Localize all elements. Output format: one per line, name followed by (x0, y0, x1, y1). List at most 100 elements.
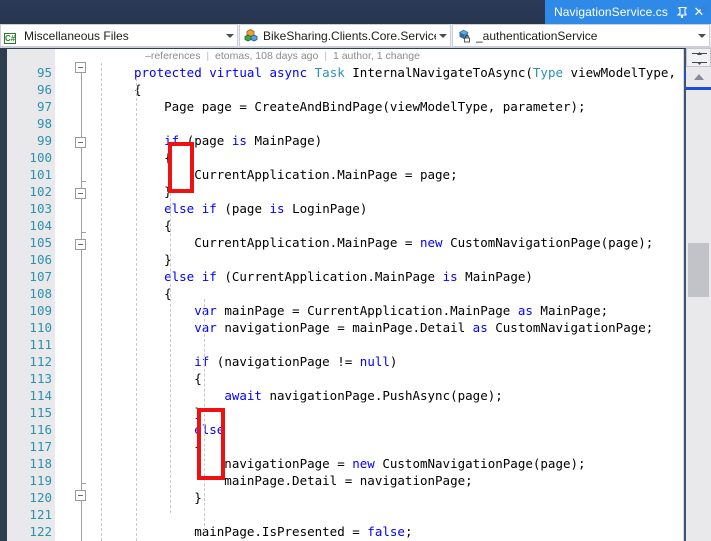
code-line[interactable]: 113 { (7, 370, 683, 387)
code-line[interactable]: 98 (7, 115, 683, 132)
code-line[interactable]: 103 else if (page is LoginPage) (7, 200, 683, 217)
code-text[interactable]: else (134, 421, 224, 438)
code-text[interactable]: var navigationPage = mainPage.Detail as … (134, 319, 653, 336)
code-text[interactable]: } (134, 183, 172, 200)
code-line[interactable]: 106 } (7, 251, 683, 268)
editor-left-margin (0, 49, 7, 541)
outlining-end-tick (81, 181, 86, 182)
code-line[interactable]: 115 } (7, 404, 683, 421)
code-line[interactable]: 110 var navigationPage = mainPage.Detail… (7, 319, 683, 336)
code-text[interactable]: } (134, 404, 202, 421)
codelens-references[interactable]: –references (145, 50, 200, 62)
line-number: 113 (29, 371, 52, 386)
code-surface[interactable]: –references | etomas, 108 days ago | 1 a… (7, 49, 706, 541)
code-line[interactable]: 112 if (navigationPage != null) (7, 353, 683, 370)
code-line[interactable]: 107 else if (CurrentApplication.MainPage… (7, 268, 683, 285)
indent-guide (136, 78, 137, 541)
code-line[interactable]: 104 { (7, 217, 683, 234)
outlining-margin[interactable] (74, 49, 90, 541)
chevron-down-icon[interactable] (223, 33, 237, 38)
pin-icon[interactable] (676, 6, 689, 19)
collapse-toggle[interactable] (75, 239, 86, 250)
line-number: 96 (36, 82, 52, 97)
code-text[interactable]: protected virtual async Task InternalNav… (134, 64, 706, 81)
code-text[interactable]: CurrentApplication.MainPage = new Custom… (134, 234, 653, 251)
chevron-down-icon[interactable] (436, 33, 450, 38)
code-text[interactable]: } (134, 251, 172, 268)
project-combo[interactable]: C# Miscellaneous Files (0, 24, 238, 47)
code-line[interactable]: 122 mainPage.IsPresented = false; (7, 523, 683, 540)
code-line[interactable]: 111 (7, 336, 683, 353)
vertical-scrollbar[interactable] (683, 48, 711, 541)
line-number: 117 (29, 439, 52, 454)
code-line[interactable]: 101 CurrentApplication.MainPage = page; (7, 166, 683, 183)
code-text[interactable]: navigationPage = new CustomNavigationPag… (134, 455, 585, 472)
code-text[interactable]: CurrentApplication.MainPage = page; (134, 166, 457, 183)
line-number: 107 (29, 269, 52, 284)
collapse-toggle[interactable] (75, 188, 86, 199)
code-text[interactable]: mainPage.IsPresented = false; (134, 523, 412, 540)
code-line[interactable]: 97 Page page = CreateAndBindPage(viewMod… (7, 98, 683, 115)
code-text[interactable]: } (134, 489, 202, 506)
scroll-up-button[interactable] (686, 68, 711, 85)
document-tab-navigationservice[interactable]: NavigationService.cs ✕ (544, 0, 711, 24)
line-number: 101 (29, 167, 52, 182)
code-line[interactable]: 114 await navigationPage.PushAsync(page)… (7, 387, 683, 404)
indent-guide (101, 63, 102, 541)
line-number: 97 (36, 99, 52, 114)
code-text[interactable]: else if (page is LoginPage) (134, 200, 367, 217)
line-number: 119 (29, 473, 52, 488)
outlining-end-tick (81, 483, 86, 484)
code-text[interactable]: await navigationPage.PushAsync(page); (134, 387, 502, 404)
triangle-up-icon (694, 74, 704, 80)
outlining-end-tick (81, 232, 86, 233)
scrollbar-thumb[interactable] (688, 243, 709, 297)
code-line[interactable]: 109 var mainPage = CurrentApplication.Ma… (7, 302, 683, 319)
code-line[interactable]: 116 else (7, 421, 683, 438)
code-text[interactable]: mainPage.Detail = navigationPage; (134, 472, 472, 489)
indent-guide (170, 163, 171, 513)
code-line[interactable]: 105 CurrentApplication.MainPage = new Cu… (7, 234, 683, 251)
code-line[interactable]: 121 (7, 506, 683, 523)
line-number: 103 (29, 201, 52, 216)
codelens-indicator[interactable]: –references | etomas, 108 days ago | 1 a… (145, 49, 420, 64)
code-line[interactable]: 102 } (7, 183, 683, 200)
class-icon (243, 28, 260, 44)
code-text[interactable]: { (134, 370, 202, 387)
line-number: 110 (29, 320, 52, 335)
code-text[interactable]: Page page = CreateAndBindPage(viewModelT… (134, 98, 585, 115)
chevron-down-icon[interactable] (695, 33, 709, 38)
code-line[interactable]: 95 protected virtual async Task InternalN… (7, 64, 706, 81)
code-line[interactable]: 117 { (7, 438, 683, 455)
code-text[interactable]: { (134, 149, 172, 166)
chevron-down-icon[interactable] (698, 7, 708, 12)
code-text[interactable]: var mainPage = CurrentApplication.MainPa… (134, 302, 608, 319)
line-number: 95 (36, 65, 52, 80)
codelens-author[interactable]: etomas, 108 days ago (215, 50, 318, 62)
collapse-toggle[interactable] (75, 137, 86, 148)
code-line[interactable]: 120 } (7, 489, 683, 506)
split-view-icon[interactable] (686, 48, 711, 67)
collapse-toggle[interactable] (75, 62, 86, 73)
code-text[interactable]: { (134, 217, 172, 234)
line-number: 121 (29, 507, 52, 522)
member-combo[interactable]: _authenticationService (452, 24, 710, 47)
code-line[interactable]: 99 if (page is MainPage) (7, 132, 683, 149)
code-text[interactable]: { (134, 438, 202, 455)
code-line[interactable]: 96{ (7, 81, 683, 98)
code-text[interactable]: if (page is MainPage) (134, 132, 322, 149)
type-combo[interactable]: BikeSharing.Clients.Core.Services.Nav (239, 24, 451, 47)
codelens-history[interactable]: 1 author, 1 change (333, 50, 420, 62)
document-tab-label: NavigationService.cs (553, 5, 668, 19)
collapse-toggle[interactable] (75, 490, 86, 501)
line-number: 99 (36, 133, 52, 148)
code-line[interactable]: 119 mainPage.Detail = navigationPage; (7, 472, 683, 489)
code-text[interactable]: if (navigationPage != null) (134, 353, 397, 370)
code-line[interactable]: 100 { (7, 149, 683, 166)
code-line[interactable]: 108 { (7, 285, 683, 302)
code-editor[interactable]: –references | etomas, 108 days ago | 1 a… (0, 49, 711, 541)
code-line[interactable]: 118 navigationPage = new CustomNavigatio… (7, 455, 683, 472)
code-text[interactable]: { (134, 285, 172, 302)
code-text[interactable]: else if (CurrentApplication.MainPage is … (134, 268, 533, 285)
codelens-separator-2: | (324, 50, 328, 62)
